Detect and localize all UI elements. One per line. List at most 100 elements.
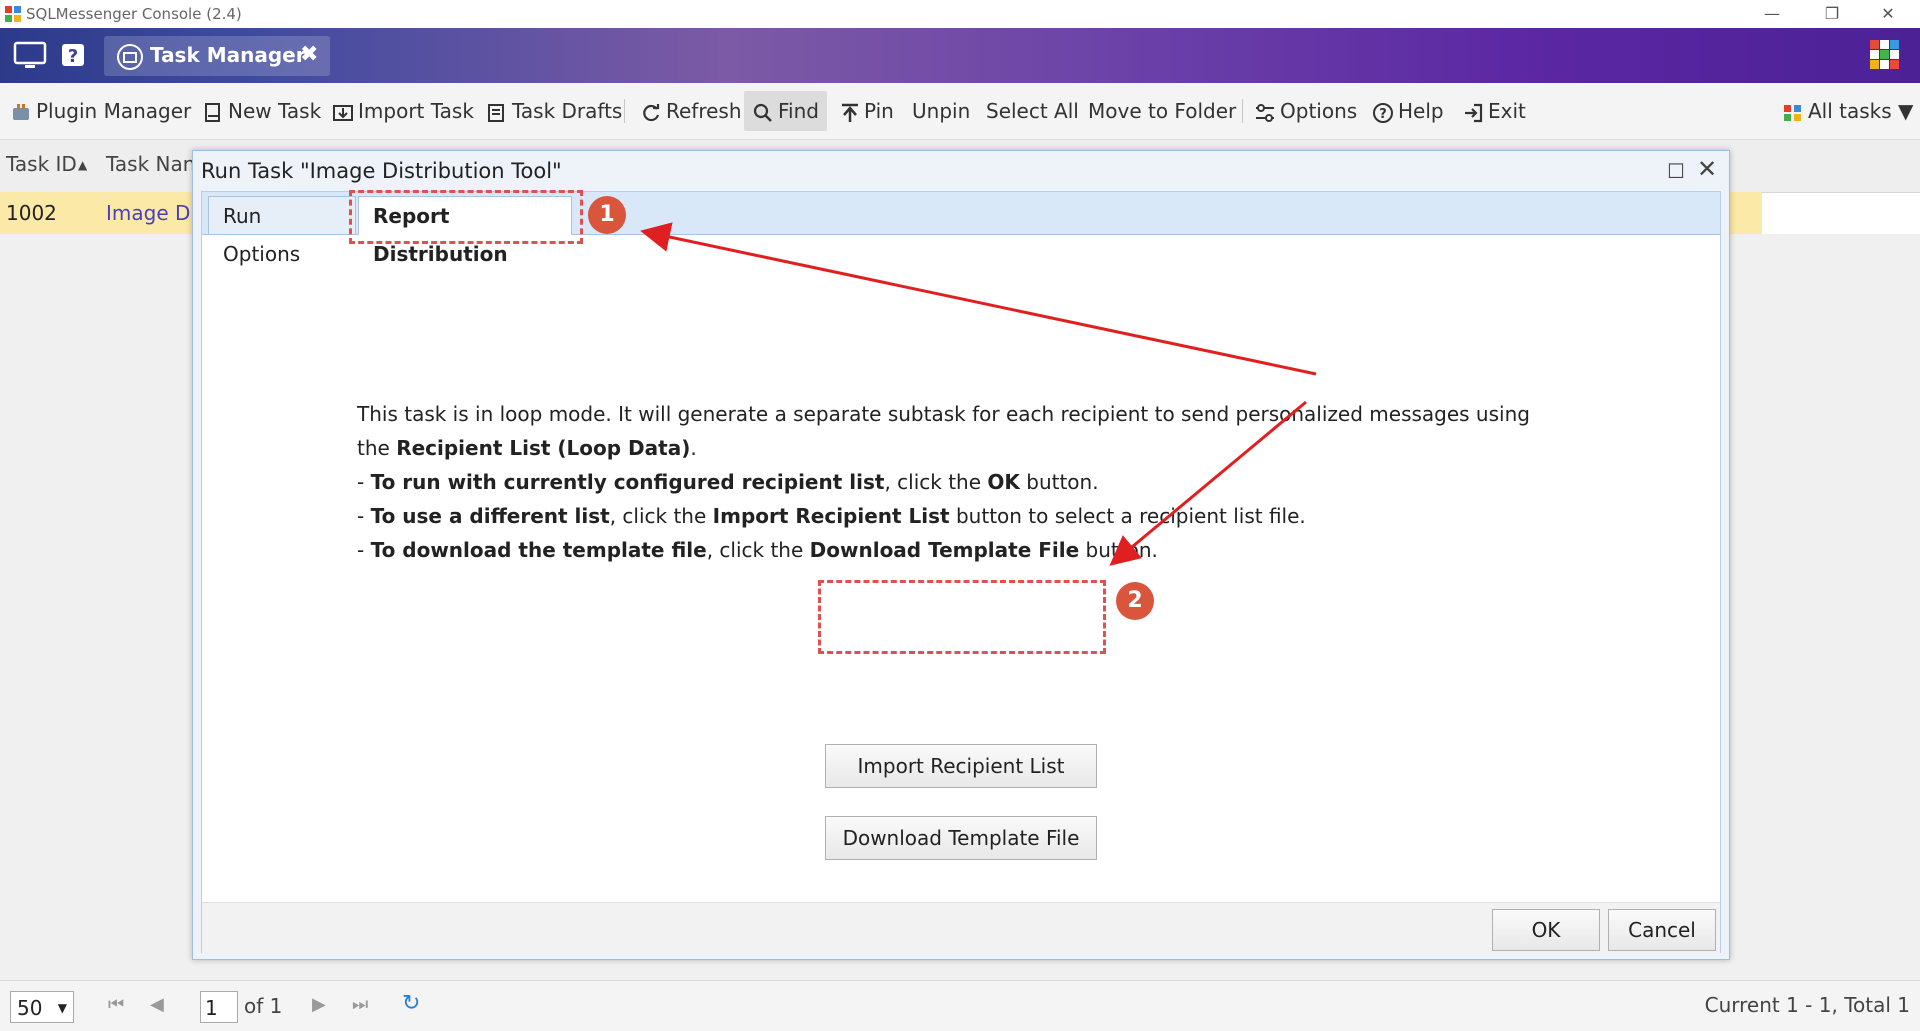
annotation-highlight-import [818,580,1106,654]
select-all-button[interactable]: Select All [986,91,1079,131]
tab-task-manager[interactable]: Task Manager ✖ [104,36,330,76]
find-label: Find [778,99,819,123]
import-task-label: Import Task [358,99,474,123]
refresh-icon [643,103,660,121]
dialog-body: Run Options Report Distribution This tas… [201,191,1721,953]
close-tab-icon[interactable]: ✖ [300,42,318,67]
message-bold: Recipient List (Loop Data) [396,436,691,460]
new-task-icon [205,102,220,122]
restore-button[interactable]: ❐ [1812,2,1852,26]
page-size-value: 50 [17,996,43,1020]
cell-task-name[interactable]: Image Di [106,201,196,225]
help-label: Help [1398,99,1444,123]
loop-mode-message: This task is in loop mode. It will gener… [357,397,1557,567]
message-bold: To run with currently configured recipie… [370,470,885,494]
new-task-button[interactable]: New Task [202,91,321,131]
import-recipient-list-button[interactable]: Import Recipient List [825,744,1097,788]
ok-button[interactable]: OK [1492,909,1600,951]
exit-icon [1465,103,1483,122]
message-dash: - [357,538,371,562]
message-bold: OK [987,470,1020,494]
message-line-3: - To use a different list, click the Imp… [357,499,1557,533]
find-button[interactable]: Find [744,91,827,131]
column-task-name[interactable]: Task Nan [106,152,195,176]
select-all-label: Select All [986,99,1079,123]
unpin-button[interactable]: Unpin [912,91,970,131]
pin-label: Pin [864,99,894,123]
message-bold: To download the template file [370,538,707,562]
task-drafts-label: Task Drafts [512,99,623,123]
filter-logo-icon [1784,104,1801,121]
dialog-footer: OK Cancel [202,902,1720,953]
move-to-folder-label: Move to Folder [1088,99,1237,123]
svg-text:?: ? [1379,107,1387,122]
options-label: Options [1280,99,1358,123]
message-dash: - [357,470,371,494]
prev-page-icon[interactable]: ◀ [150,994,164,1015]
pager-bar: 50 ▼ ⏮ ◀ 1 of 1 ▶ ⏭ ↻ Current 1 - 1, Tota… [0,980,1920,1031]
main-toolbar: Plugin Manager New Task Import Task Task… [0,83,1920,140]
page-input[interactable]: 1 [200,991,238,1023]
app-header: ? Task Manager ✖ [0,28,1920,83]
message-text: button. [1079,538,1158,562]
message-text: button. [1019,470,1099,494]
app-grid-icon[interactable] [1868,38,1902,72]
minimize-button[interactable]: — [1752,2,1792,26]
message-text: , click the [884,470,988,494]
page-count: of 1 [244,994,283,1018]
exit-label: Exit [1488,99,1526,123]
message-line-1: This task is in loop mode. It will gener… [357,397,1557,465]
message-bold: To use a different list [370,504,610,528]
next-page-icon[interactable]: ▶ [312,994,326,1015]
plugin-manager-button[interactable]: Plugin Manager [10,91,191,131]
question-circle-icon: ? [1373,102,1393,123]
import-task-button[interactable]: Import Task [332,91,474,131]
message-text: button to select a recipient list file. [949,504,1306,528]
cell-task-id: 1002 [6,201,57,225]
all-tasks-label: All tasks [1808,99,1892,123]
message-dash: - [357,504,371,528]
sort-asc-icon: ▲ [78,158,88,172]
all-tasks-filter[interactable]: All tasks ▼ [1782,91,1913,131]
pin-icon [842,103,858,122]
close-window-button[interactable]: ✕ [1868,2,1908,26]
page-number: 1 [205,996,218,1020]
first-page-icon[interactable]: ⏮ [108,994,124,1015]
page-size-select[interactable]: 50 ▼ [10,991,74,1023]
help-button[interactable]: ? Help [1372,91,1444,131]
close-icon[interactable]: ✕ [1697,155,1717,183]
maximize-icon[interactable]: ☐ [1667,159,1685,183]
import-icon [333,104,353,121]
message-text: , click the [609,504,713,528]
task-manager-icon [117,44,143,70]
task-drafts-button[interactable]: Task Drafts [486,91,622,131]
column-task-id[interactable]: Task ID [6,152,77,176]
monitor-icon[interactable] [12,38,48,72]
options-icon [1256,103,1274,122]
move-to-folder-button[interactable]: Move to Folder [1088,91,1236,131]
annotation-badge-2: 2 [1116,582,1154,620]
run-task-dialog: Run Task "Image Distribution Tool" ☐ ✕ R… [192,150,1730,960]
message-line-2: - To run with currently configured recip… [357,465,1557,499]
dropdown-arrow-icon: ▼ [1891,99,1914,123]
unpin-label: Unpin [912,99,971,123]
toolbar-separator [1242,99,1243,123]
plugin-manager-label: Plugin Manager [36,99,192,123]
window-title: SQLMessenger Console (2.4) [26,5,242,23]
annotation-badge-1: 1 [588,196,626,234]
window-titlebar: SQLMessenger Console (2.4) — ❐ ✕ [0,0,1920,29]
exit-button[interactable]: Exit [1462,91,1526,131]
pin-button[interactable]: Pin [840,91,894,131]
svg-text:?: ? [68,46,78,67]
app-logo-icon [5,6,21,22]
message-text: . [690,436,697,460]
download-template-button[interactable]: Download Template File [825,816,1097,860]
last-page-icon[interactable]: ⏭ [352,994,368,1015]
help-icon[interactable]: ? [60,38,86,72]
refresh-button[interactable]: Refresh [640,91,742,131]
cancel-button[interactable]: Cancel [1608,909,1716,951]
options-button[interactable]: Options [1254,91,1357,131]
tab-run-options[interactable]: Run Options [208,196,356,266]
reload-icon[interactable]: ↻ [402,991,420,1016]
toolbar-separator [624,99,625,123]
